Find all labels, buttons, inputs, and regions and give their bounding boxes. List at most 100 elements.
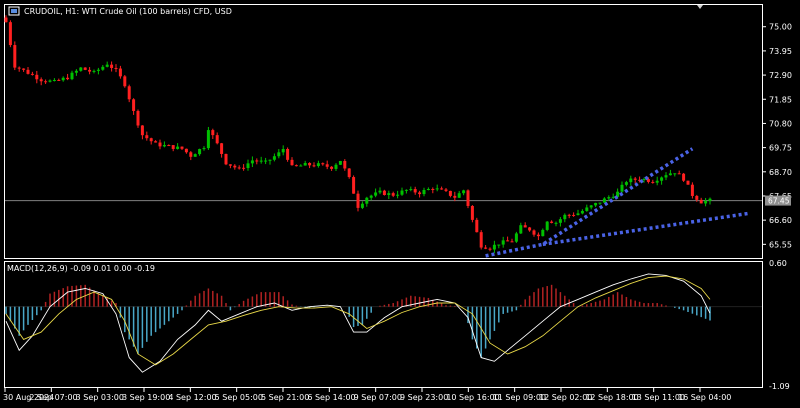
candle-body <box>233 165 237 168</box>
candle <box>123 75 127 88</box>
candle-body <box>35 74 39 80</box>
candle <box>682 172 686 182</box>
candle-body <box>431 188 435 190</box>
time-tick-label: 6 Sep 14:00 <box>307 393 355 402</box>
candle-body <box>572 214 576 216</box>
candle-body <box>545 221 549 230</box>
candle-body <box>374 192 378 196</box>
candle <box>13 41 17 71</box>
candle-body <box>541 229 545 237</box>
candle-body <box>369 195 373 198</box>
candle-body <box>567 214 571 216</box>
time-tick-label: 9 Sep 23:00 <box>400 393 448 402</box>
candle <box>206 126 210 150</box>
candle <box>470 205 474 223</box>
candle-body <box>22 68 26 70</box>
current-price-tag: 67.45 <box>765 195 791 206</box>
candle-body <box>237 167 241 169</box>
price-tick-label: 66.60 <box>769 216 792 225</box>
candle-body <box>360 203 364 208</box>
candle-body <box>664 175 668 178</box>
trading-chart[interactable]: CRUDOIL, H1: WTI Crude Oil (100 barrels)… <box>0 0 800 408</box>
candle-body <box>193 154 197 157</box>
candle-body <box>246 163 250 168</box>
price-tick-label: 73.95 <box>769 47 792 56</box>
candle-body <box>198 149 202 155</box>
time-tick-label: 3 Sep 19:00 <box>122 393 170 402</box>
candle-body <box>259 160 263 162</box>
candle-body <box>435 188 439 190</box>
candle-body <box>466 190 470 206</box>
candle-body <box>8 22 12 46</box>
candle-body <box>26 69 30 74</box>
candle-body <box>563 214 567 220</box>
candle-body <box>171 145 175 149</box>
candle-body <box>497 244 501 246</box>
candle-body <box>488 248 492 250</box>
candle-body <box>17 67 21 69</box>
candle-body <box>92 70 96 72</box>
candle-body <box>96 69 100 71</box>
candle-body <box>708 198 712 201</box>
candle <box>8 20 12 48</box>
candle-body <box>277 152 281 157</box>
candle-body <box>528 227 532 231</box>
symbol-info: CRUDOIL, H1: WTI Crude Oil (100 barrels)… <box>24 7 232 16</box>
candle-body <box>180 146 184 149</box>
candle-body <box>189 152 193 157</box>
candle-body <box>132 99 136 111</box>
candle-body <box>378 190 382 193</box>
candle-body <box>479 232 483 248</box>
time-tick-label: 9 Sep 07:00 <box>354 393 402 402</box>
candle-body <box>550 221 554 223</box>
candle-body <box>668 173 672 176</box>
candle-body <box>352 177 356 194</box>
candle <box>286 147 290 162</box>
candle-body <box>448 190 452 196</box>
candle-body <box>413 189 417 193</box>
chart-background <box>0 0 800 408</box>
candle-body <box>673 173 677 175</box>
candle-body <box>651 181 655 183</box>
price-tick-label: 65.55 <box>769 240 792 249</box>
candle-body <box>418 192 422 195</box>
candle-body <box>624 182 628 185</box>
candle-body <box>268 159 272 161</box>
candle <box>514 231 518 243</box>
candle-body <box>316 163 320 166</box>
candle-body <box>484 247 488 249</box>
current-price-label: 67.45 <box>768 197 790 206</box>
candle-body <box>149 138 153 142</box>
candle-body <box>462 190 466 194</box>
candle-body <box>690 184 694 196</box>
candle-body <box>52 79 56 81</box>
chart-menu-icon-fill <box>11 9 17 13</box>
candle-body <box>167 145 171 147</box>
candle-body <box>321 163 325 165</box>
candle-body <box>220 143 224 154</box>
candle-body <box>286 149 290 160</box>
candle-body <box>74 70 78 73</box>
candle-body <box>330 166 334 169</box>
candle-body <box>475 219 479 233</box>
candle-body <box>290 159 294 166</box>
price-tick-label: 71.85 <box>769 95 792 104</box>
candle-body <box>79 67 83 71</box>
candle-body <box>176 146 180 149</box>
candle-body <box>44 81 48 83</box>
candle-body <box>272 156 276 160</box>
candle-body <box>184 148 188 153</box>
candle-body <box>492 244 496 250</box>
macd-label: MACD(12,26,9) -0.09 0.01 0.00 -0.19 <box>7 264 155 273</box>
candle-body <box>382 190 386 196</box>
candle-body <box>365 197 369 204</box>
price-tick-label: 70.80 <box>769 119 792 128</box>
candle-body <box>202 148 206 150</box>
candle-body <box>70 72 74 80</box>
candle <box>475 217 479 233</box>
candle <box>338 160 342 166</box>
candle-body <box>510 241 514 243</box>
candle-body <box>334 164 338 169</box>
candle-body <box>655 180 659 183</box>
candle-body <box>532 230 536 235</box>
